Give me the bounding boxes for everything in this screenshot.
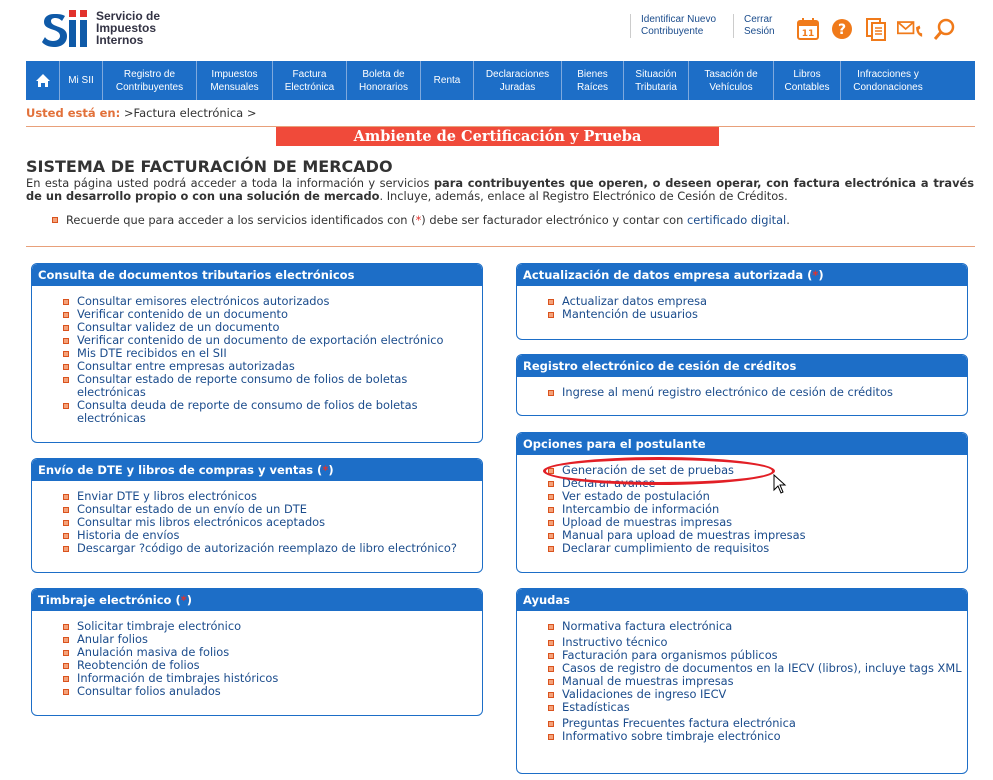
nav-item-impuestos-mensuales[interactable]: Impuestos Mensuales — [197, 61, 273, 100]
list-item[interactable]: Mantención de usuarios — [548, 308, 967, 321]
panel-title: Timbraje electrónico (*) — [32, 589, 482, 611]
nav-item-infracciones-condonaciones[interactable]: Infracciones y Condonaciones — [841, 61, 935, 100]
panel-title: Actualización de datos empresa autorizad… — [517, 264, 967, 286]
breadcrumb: Usted está en: >Factura electrónica > — [26, 106, 257, 120]
nav-home[interactable] — [26, 61, 60, 100]
panel-title: Envío de DTE y libros de compras y venta… — [32, 459, 482, 481]
bullet-icon — [52, 217, 58, 223]
intro-text: En esta página usted podrá acceder a tod… — [26, 176, 975, 203]
panel-envio-dte: Envío de DTE y libros de compras y venta… — [31, 458, 483, 573]
panel-title: Ayudas — [517, 589, 967, 611]
nav-item-declaraciones-juradas[interactable]: Declaraciones Juradas — [474, 61, 562, 100]
divider — [26, 246, 975, 247]
breadcrumb-label: Usted está en: — [26, 106, 121, 120]
list-item[interactable]: Consulta deuda de reporte de consumo de … — [63, 399, 482, 425]
logout-link[interactable]: Cerrar Sesión — [733, 14, 779, 38]
list-item[interactable]: Informativo sobre timbraje electrónico — [548, 730, 967, 743]
search-icon[interactable] — [931, 16, 957, 42]
list-item[interactable]: Consultar estado de reporte consumo de f… — [63, 373, 482, 399]
list-item[interactable]: Ingrese al menú registro electrónico de … — [548, 386, 967, 399]
mouse-cursor-icon — [773, 474, 787, 494]
list-item[interactable]: Declarar cumplimiento de requisitos — [548, 542, 967, 555]
page-title: SISTEMA DE FACTURACIÓN DE MERCADO — [26, 157, 393, 176]
nav-item-mi-sii[interactable]: Mi SII — [60, 61, 103, 100]
nav-item-situacion-tributaria[interactable]: Situación Tributaria — [624, 61, 689, 100]
breadcrumb-link[interactable]: >Factura electrónica > — [120, 106, 257, 120]
nav-item-registro-contribuyentes[interactable]: Registro de Contribuyentes — [103, 61, 197, 100]
svg-text:11: 11 — [802, 29, 815, 39]
main-nav: Mi SII Registro de Contribuyentes Impuest… — [26, 61, 975, 100]
nav-item-bienes-raices[interactable]: Bienes Raíces — [562, 61, 624, 100]
panel-consulta-documentos: Consulta de documentos tributarios elect… — [31, 263, 483, 443]
list-item[interactable]: Normativa factura electrónica — [548, 620, 967, 633]
documents-icon[interactable] — [863, 16, 889, 42]
panel-registro-cesion: Registro electrónico de cesión de crédit… — [516, 354, 968, 416]
panel-title: Opciones para el postulante — [517, 433, 967, 455]
nav-item-libros-contables[interactable]: Libros Contables — [774, 61, 841, 100]
digital-certificate-note: Recuerde que para acceder a los servicio… — [52, 213, 790, 227]
panel-opciones-postulante: Opciones para el postulante Generación d… — [516, 432, 968, 573]
highlight-ellipse — [543, 457, 775, 485]
panel-actualizacion-datos: Actualización de datos empresa autorizad… — [516, 263, 968, 340]
list-item[interactable]: Descargar ?código de autorización reempl… — [63, 542, 482, 555]
panel-title: Registro electrónico de cesión de crédit… — [517, 355, 967, 377]
help-icon[interactable]: ? — [829, 16, 855, 42]
nav-item-boleta-honorarios[interactable]: Boleta de Honorarios — [347, 61, 421, 100]
nav-item-renta[interactable]: Renta — [421, 61, 474, 100]
panel-timbraje: Timbraje electrónico (*) Solicitar timbr… — [31, 588, 483, 716]
nav-item-factura-electronica[interactable]: Factura Electrónica — [273, 61, 347, 100]
nav-item-tasacion-vehiculos[interactable]: Tasación de Vehículos — [689, 61, 774, 100]
list-item[interactable]: Consultar folios anulados — [63, 685, 482, 698]
svg-text:?: ? — [838, 22, 846, 38]
logo-text: Servicio de Impuestos Internos — [96, 9, 161, 47]
panel-ayudas: Ayudas Normativa factura electrónica Ins… — [516, 588, 968, 774]
header-icons: 11 ? — [795, 16, 957, 42]
contact-icon[interactable] — [897, 16, 923, 42]
list-item[interactable]: Estadísticas — [548, 701, 967, 714]
panel-title: Consulta de documentos tributarios elect… — [32, 264, 482, 286]
identify-new-taxpayer-link[interactable]: Identificar Nuevo Contribuyente — [630, 14, 726, 38]
sii-logo-mark — [42, 10, 87, 47]
calendar-icon[interactable]: 11 — [795, 16, 821, 42]
sii-logo[interactable]: Servicio de Impuestos Internos — [38, 6, 160, 50]
certification-banner: Ambiente de Certificación y Prueba — [276, 127, 719, 146]
header: Servicio de Impuestos Internos Identific… — [0, 0, 993, 60]
home-icon — [35, 74, 50, 87]
digital-certificate-link[interactable]: certificado digital — [687, 213, 786, 227]
